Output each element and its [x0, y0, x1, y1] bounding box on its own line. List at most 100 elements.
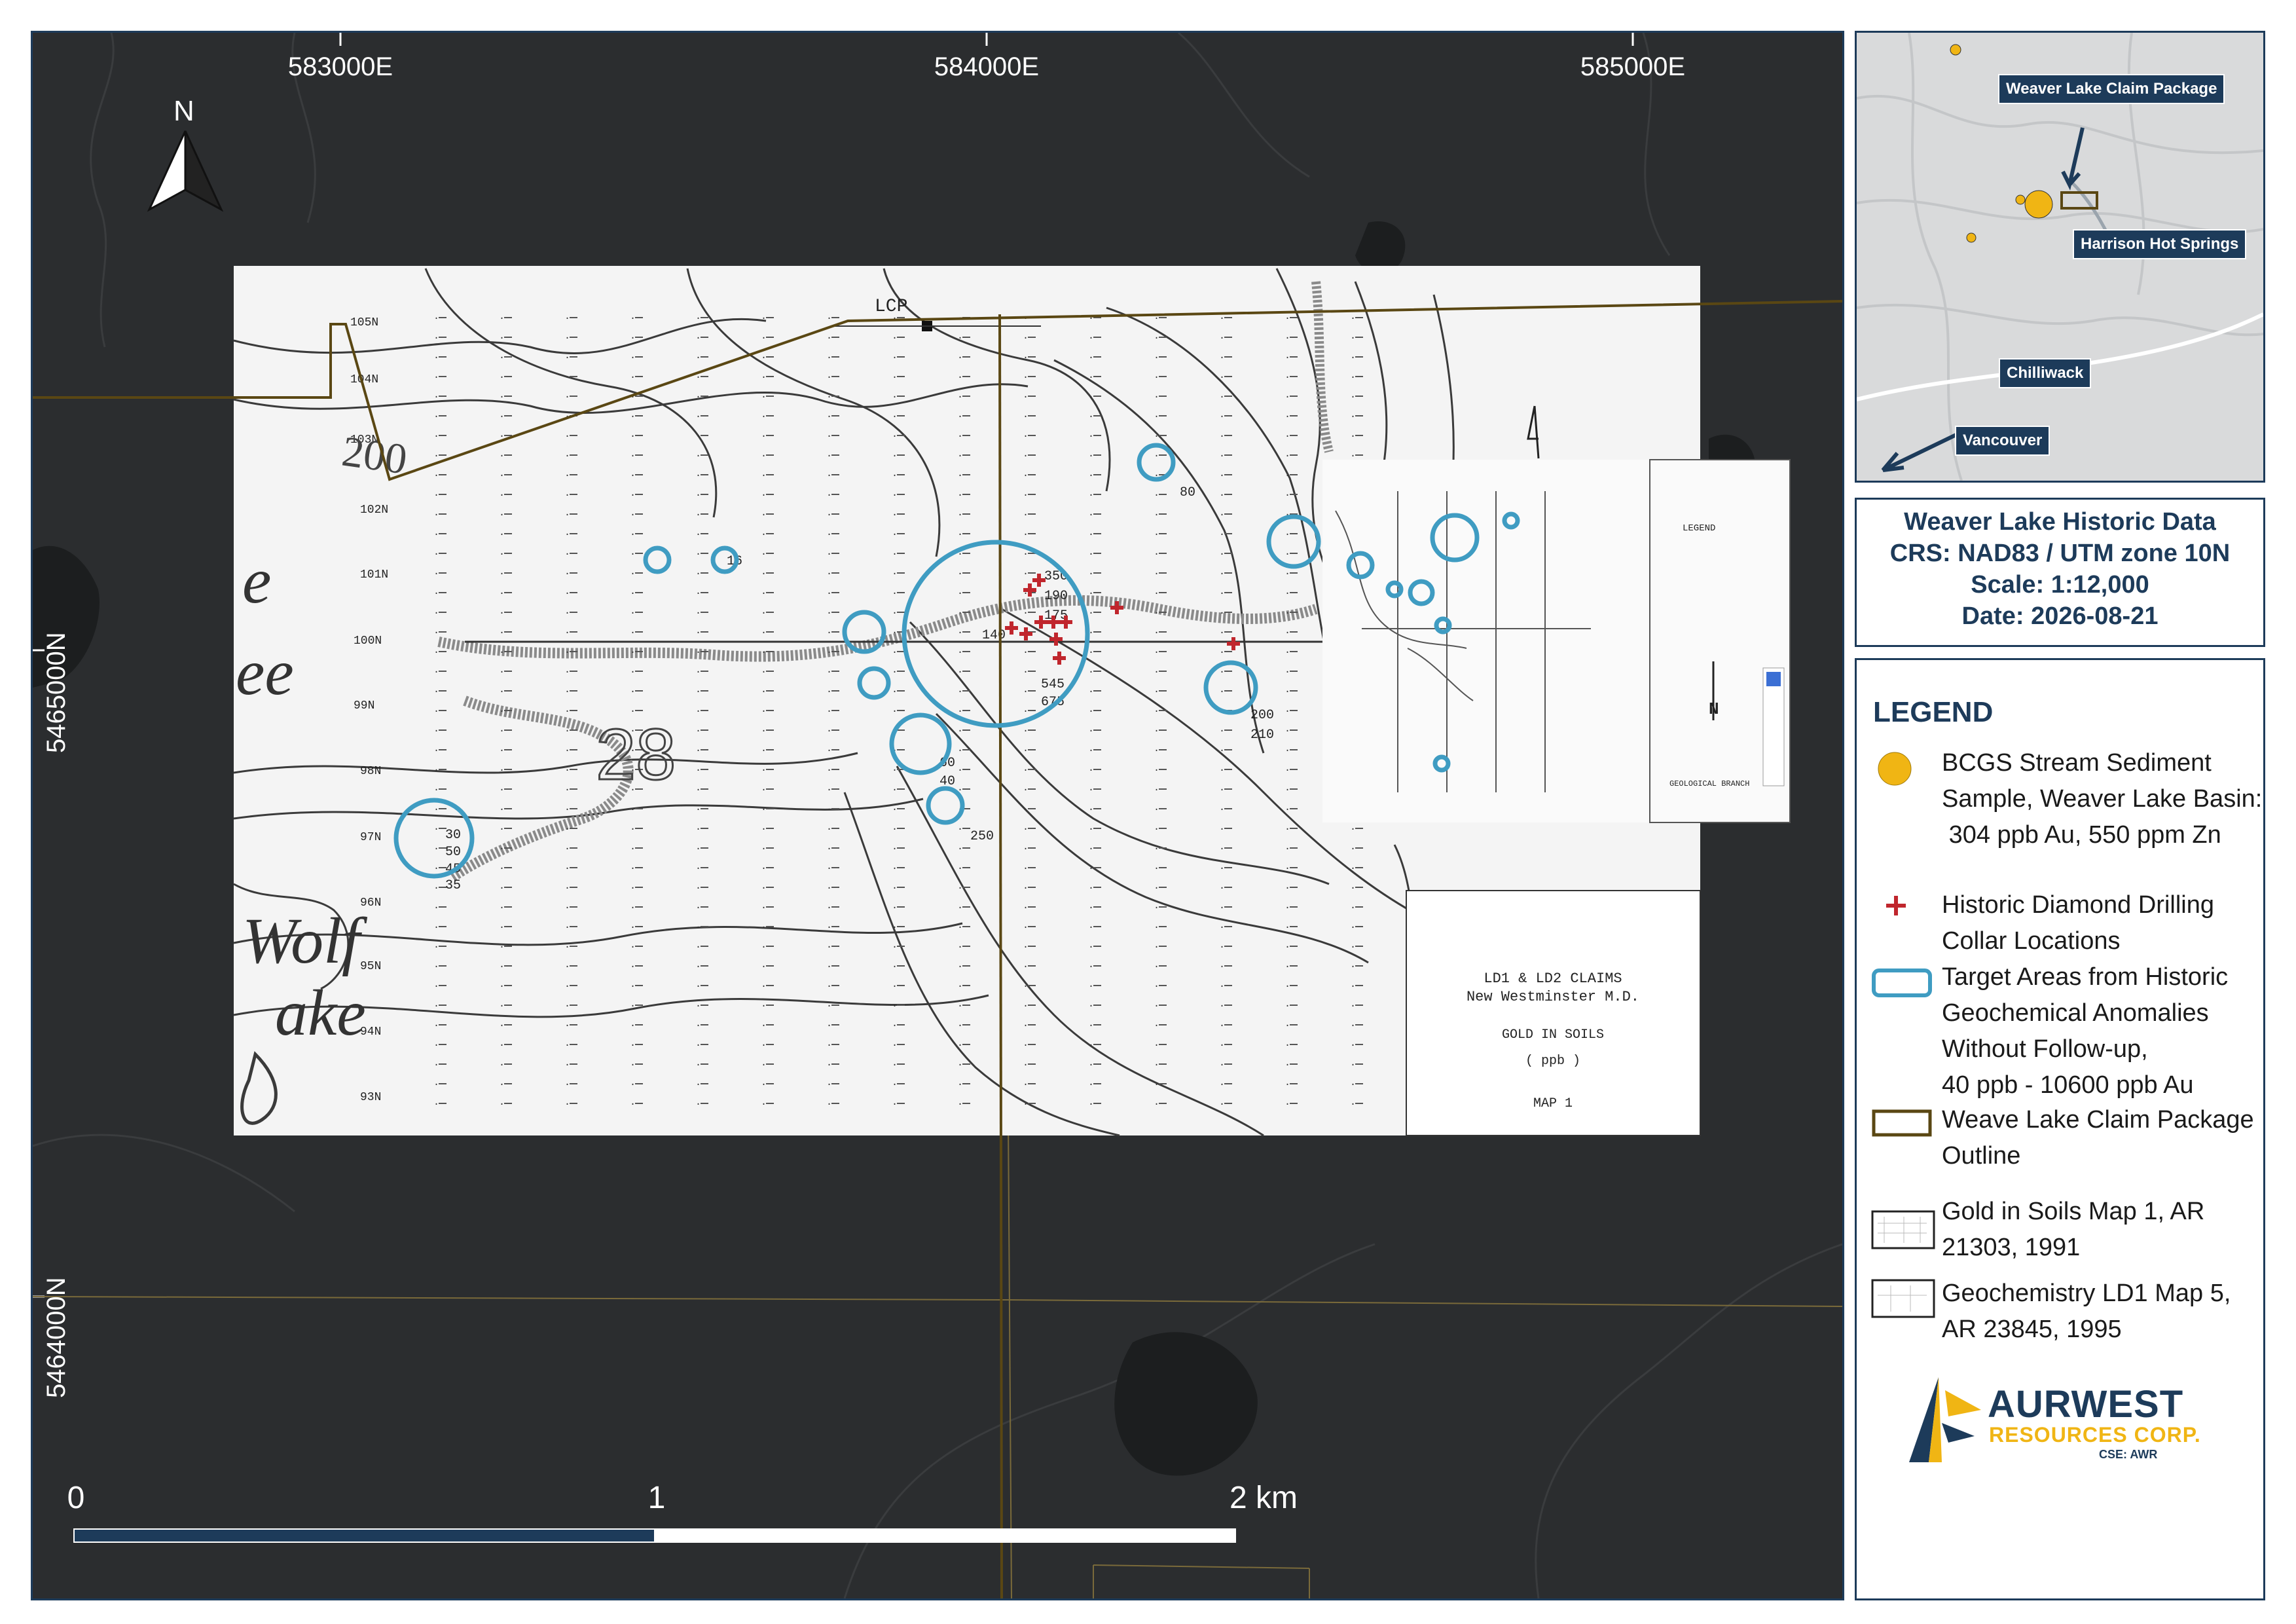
soil-sample-mark: · — [957, 451, 963, 462]
soil-sample-mark: · — [1154, 745, 1159, 756]
soil-sample-mark: · — [761, 372, 767, 383]
logo-subtitle: RESOURCES CORP. — [1989, 1423, 2201, 1447]
soil-sample-mark: · — [564, 902, 570, 913]
soil-sample-mark: · — [1219, 961, 1225, 972]
soil-sample-mark: · — [564, 706, 570, 717]
soil-sample-mark: · — [1154, 981, 1159, 992]
soil-sample-mark: · — [892, 411, 898, 422]
soil-sample-mark: · — [1088, 745, 1094, 756]
soil-sample-mark: · — [1088, 667, 1094, 678]
soil-sample-mark: · — [826, 608, 832, 619]
soil-sample-mark: · — [433, 490, 439, 501]
soil-sample-mark: · — [1350, 843, 1356, 855]
soil-sample-mark: · — [695, 765, 701, 776]
soil-sample-mark: · — [1088, 333, 1094, 344]
soil-sample-mark: · — [957, 981, 963, 992]
scan-line-96n: 96N — [360, 896, 381, 910]
soil-sample-mark: · — [1154, 627, 1159, 638]
soil-sample-mark: · — [826, 568, 832, 580]
soil-sample-mark: · — [1154, 942, 1159, 953]
soil-sample-mark: · — [564, 843, 570, 855]
soil-sample-mark: · — [957, 863, 963, 874]
soil-sample-mark: · — [892, 451, 898, 462]
soil-sample-mark: · — [826, 883, 832, 894]
soil-sample-mark: · — [957, 726, 963, 737]
soil-sample-mark: · — [433, 902, 439, 913]
soil-sample-mark: · — [957, 843, 963, 855]
soil-sample-mark: · — [1350, 961, 1356, 972]
soil-sample-mark: · — [892, 922, 898, 933]
soil-sample-mark: · — [564, 490, 570, 501]
soil-sample-mark: · — [1088, 686, 1094, 697]
inset-arrow-claim — [2061, 127, 2085, 191]
soil-sample-mark: · — [1219, 549, 1225, 560]
soil-sample-mark: · — [1023, 883, 1029, 894]
soil-sample-mark: · — [1154, 843, 1159, 855]
soil-sample-mark: · — [630, 352, 636, 363]
soil-sample-mark: · — [1285, 961, 1290, 972]
soil-sample-mark: · — [433, 1099, 439, 1110]
scan2-footer: GEOLOGICAL BRANCH — [1669, 779, 1749, 788]
soil-sample-mark: · — [1285, 627, 1290, 638]
soil-sample-mark: · — [1154, 431, 1159, 442]
soil-sample-mark: · — [499, 490, 505, 501]
company-logo: AURWEST RESOURCES CORP. CSE: AWR — [1903, 1371, 2217, 1469]
soil-sample-mark: · — [957, 667, 963, 678]
soil-sample-mark: · — [1219, 981, 1225, 992]
soil-sample-mark: · — [695, 745, 701, 756]
main-map[interactable]: · · · · · · · · · · · · · · · · · · · · · · · · · · · · · · · · · · · · · · · ·… — [31, 31, 1844, 1600]
soil-sample-mark: · — [1350, 863, 1356, 874]
soil-sample-mark: · — [826, 804, 832, 815]
soil-sample-mark: · — [1219, 686, 1225, 697]
legend-yellow-circle-icon — [1878, 752, 1912, 786]
scale-label-one: 1 — [647, 1481, 666, 1515]
soil-sample-mark: · — [1350, 372, 1356, 383]
soil-sample-mark: · — [1154, 824, 1159, 835]
map-canvas[interactable]: · · · · · · · · · · · · · · · · · · · · · · · · · · · · · · · · · · · · · · · ·… — [33, 33, 1842, 1598]
soil-sample-mark: · — [826, 922, 832, 933]
soil-sample-mark: · — [761, 490, 767, 501]
soil-sample-mark: · — [499, 1060, 505, 1071]
soil-sample-mark: · — [1088, 372, 1094, 383]
soil-sample-mark: · — [1350, 824, 1356, 835]
soil-sample-mark: · — [499, 922, 505, 933]
soil-sample-mark: · — [1154, 1040, 1159, 1051]
inset-label-harrison: Harrison Hot Springs — [2073, 229, 2247, 259]
soil-sample-mark: · — [1088, 1060, 1094, 1071]
soil-sample-mark: · — [1154, 902, 1159, 913]
soil-sample-mark: · — [1023, 667, 1029, 678]
soil-sample-mark: · — [1219, 411, 1225, 422]
soil-sample-mark: · — [630, 863, 636, 874]
soil-sample-mark: · — [1023, 843, 1029, 855]
soil-sample-mark: · — [564, 784, 570, 796]
soil-sample-mark: · — [499, 667, 505, 678]
stamp-units-label: ( ppb ) — [1525, 1054, 1580, 1069]
soil-sample-mark: · — [1088, 313, 1094, 324]
inset-location-map[interactable]: Weaver Lake Claim Package Harrison Hot S… — [1855, 31, 2265, 483]
soil-sample-mark: · — [630, 1001, 636, 1012]
soil-sample-mark: · — [957, 1060, 963, 1071]
soil-sample-mark: · — [957, 1020, 963, 1031]
anomaly-value: 190 — [1044, 589, 1068, 604]
soil-sample-mark: · — [892, 1079, 898, 1090]
soil-sample-mark: · — [695, 843, 701, 855]
soil-sample-mark: · — [1154, 961, 1159, 972]
soil-sample-mark: · — [1219, 431, 1225, 442]
scan-line-93n: 93N — [360, 1091, 381, 1104]
soil-sample-mark: · — [761, 902, 767, 913]
soil-sample-mark: · — [499, 902, 505, 913]
soil-sample-mark: · — [1088, 549, 1094, 560]
soil-sample-mark: · — [1285, 392, 1290, 403]
soil-sample-mark: · — [761, 568, 767, 580]
soil-sample-mark: · — [499, 392, 505, 403]
logo-mark-icon — [1909, 1377, 1981, 1462]
soil-sample-mark: · — [499, 961, 505, 972]
soil-sample-mark: · — [433, 470, 439, 481]
soil-sample-mark: · — [1088, 961, 1094, 972]
soil-sample-mark: · — [957, 647, 963, 658]
soil-sample-mark: · — [433, 411, 439, 422]
soil-sample-mark: · — [695, 549, 701, 560]
anomaly-value: 200 — [1250, 708, 1274, 723]
scale-bar — [73, 1528, 1236, 1543]
soil-sample-mark: · — [826, 1001, 832, 1012]
